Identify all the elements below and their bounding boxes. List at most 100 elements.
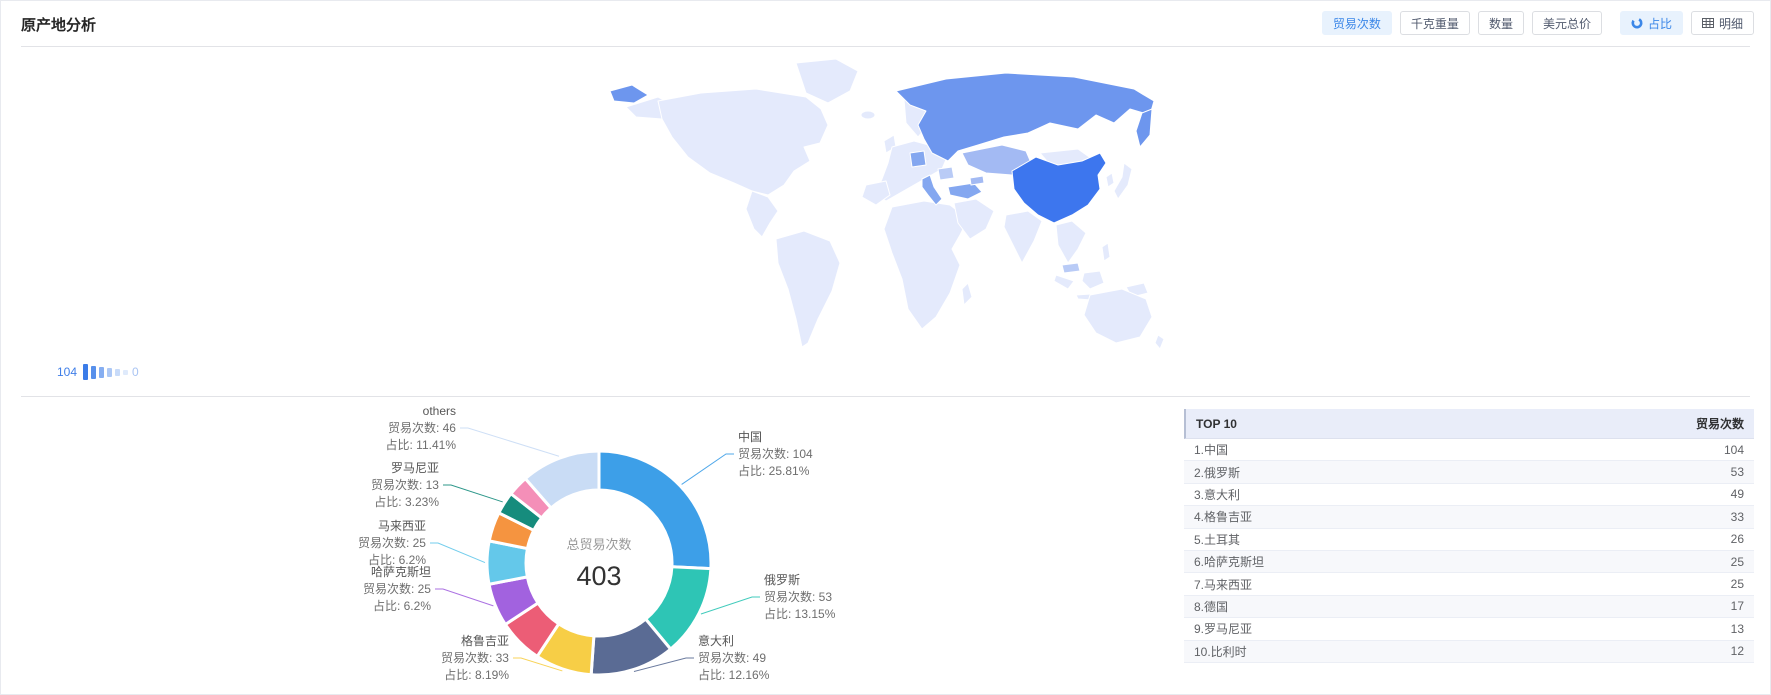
donut-center-total: 403 [576,561,621,591]
page-title: 原产地分析 [21,14,96,35]
metric-button-usd-total[interactable]: 美元总价 [1532,11,1602,35]
table-body: 1.中国1042.俄罗斯533.意大利494.格鲁吉亚335.土耳其266.哈萨… [1184,439,1754,663]
map-country-madagascar [962,283,972,305]
table-row[interactable]: 10.比利时12 [1184,641,1754,663]
donut-chart[interactable]: 中国贸易次数: 104占比: 25.81%俄罗斯贸易次数: 53占比: 13.1… [281,397,921,695]
legend-bar [99,367,104,378]
pie-label-line [682,454,734,484]
table-row[interactable]: 8.德国17 [1184,596,1754,618]
pie-label-value: 贸易次数: 25 [358,535,426,550]
world-map-svg[interactable] [606,51,1166,351]
table-row[interactable]: 4.格鲁吉亚33 [1184,506,1754,528]
table-header-trade-count: 贸易次数 [1560,415,1754,432]
donut-center-label: 总贸易次数 [566,537,631,552]
legend-min-value: 0 [132,365,139,379]
map-country-india [1004,211,1042,263]
map-region-north-america [658,89,828,195]
legend-bar [123,370,128,375]
map-country-australia [1084,289,1152,343]
map-country-italy [922,175,942,205]
table-cell-country: 4.格鲁吉亚 [1184,508,1560,525]
map-country-japan [1114,163,1132,199]
map-country-new-zealand [1155,335,1164,349]
metric-button-kg-weight[interactable]: 千克重量 [1400,11,1470,35]
world-map[interactable] [606,51,1166,351]
map-country-malaysia [1062,263,1080,273]
pie-label-line [443,485,503,502]
pie-label-percent: 占比: 12.16% [698,667,770,682]
map-countries[interactable] [610,59,1164,349]
table-header-row: TOP 10 贸易次数 [1184,409,1754,439]
pie-label-line [435,589,493,606]
pie-label-line [701,597,760,614]
table-grid-icon [1702,17,1714,29]
table-cell-country: 9.罗马尼亚 [1184,620,1560,637]
map-country-turkey [948,183,982,199]
table-cell-value: 17 [1560,599,1754,613]
pie-label-line [460,428,559,456]
table-row[interactable]: 2.俄罗斯53 [1184,461,1754,483]
legend-bar [91,366,96,379]
table-cell-value: 12 [1560,644,1754,658]
map-region-south-america [776,231,840,347]
pie-label-percent: 占比: 3.23% [374,494,439,509]
map-country-iceland [861,111,875,119]
map-country-russia-kamchatka [1136,109,1152,147]
map-island-sumatra [1054,275,1074,289]
view-button-proportion[interactable]: 占比 [1620,11,1683,35]
table-cell-value: 25 [1560,555,1754,569]
map-country-georgia [970,176,984,185]
map-country-korea [1106,173,1114,187]
map-country-russia-east [610,85,648,103]
pie-label-name: 哈萨克斯坦 [371,565,431,579]
pie-label-percent: 占比: 6.2% [368,552,426,567]
pie-label-value: 贸易次数: 13 [371,477,439,492]
table-cell-value: 26 [1560,532,1754,546]
table-cell-country: 3.意大利 [1184,486,1560,503]
table-row[interactable]: 6.哈萨克斯坦25 [1184,551,1754,573]
metric-button-quantity[interactable]: 数量 [1478,11,1524,35]
pie-label-value: 贸易次数: 46 [388,420,456,435]
table-row[interactable]: 1.中国104 [1184,439,1754,461]
legend-bar [107,368,112,377]
table-cell-value: 33 [1560,510,1754,524]
table-row[interactable]: 7.马来西亚25 [1184,573,1754,595]
pie-label-percent: 占比: 6.2% [373,598,431,613]
table-row[interactable]: 5.土耳其26 [1184,529,1754,551]
legend-bar [115,369,120,376]
pie-label-value: 贸易次数: 53 [764,589,832,604]
pie-label-value: 贸易次数: 33 [441,650,509,665]
pie-label-percent: 占比: 11.41% [386,437,457,452]
metric-button-trade-count[interactable]: 贸易次数 [1322,11,1392,35]
legend-max-value: 104 [57,365,77,379]
table-cell-value: 53 [1560,465,1754,479]
map-country-germany [910,151,926,167]
origin-analysis-panel: 原产地分析 贸易次数 千克重量 数量 美元总价 占比 [0,0,1771,695]
table-row[interactable]: 9.罗马尼亚13 [1184,618,1754,640]
toolbar: 贸易次数 千克重量 数量 美元总价 占比 明细 [1322,11,1754,35]
map-island-borneo [1082,271,1104,289]
view-button-detail[interactable]: 明细 [1691,11,1754,35]
map-region-africa [884,201,968,329]
map-legend[interactable]: 104 0 [57,359,139,385]
pie-label-line [430,543,485,563]
pie-label-value: 贸易次数: 104 [738,446,813,461]
header-divider [21,46,1750,47]
map-region-indochina [1056,221,1086,263]
pie-label-value: 贸易次数: 49 [698,650,766,665]
pie-label-name: 马来西亚 [378,519,426,533]
top10-table: TOP 10 贸易次数 1.中国1042.俄罗斯533.意大利494.格鲁吉亚3… [1184,409,1754,663]
pie-label-name: 罗马尼亚 [391,461,439,475]
map-country-philippines [1102,243,1110,261]
pie-label-value: 贸易次数: 25 [363,581,431,596]
pie-label-percent: 占比: 25.81% [738,463,810,478]
table-cell-country: 2.俄罗斯 [1184,464,1560,481]
map-country-romania [938,167,954,180]
table-cell-country: 5.土耳其 [1184,531,1560,548]
table-row[interactable]: 3.意大利49 [1184,484,1754,506]
table-cell-value: 104 [1560,443,1754,457]
table-cell-value: 49 [1560,487,1754,501]
pie-label-percent: 占比: 13.15% [764,606,836,621]
pie-label-name: 格鲁吉亚 [461,633,509,648]
legend-bars [83,364,128,380]
